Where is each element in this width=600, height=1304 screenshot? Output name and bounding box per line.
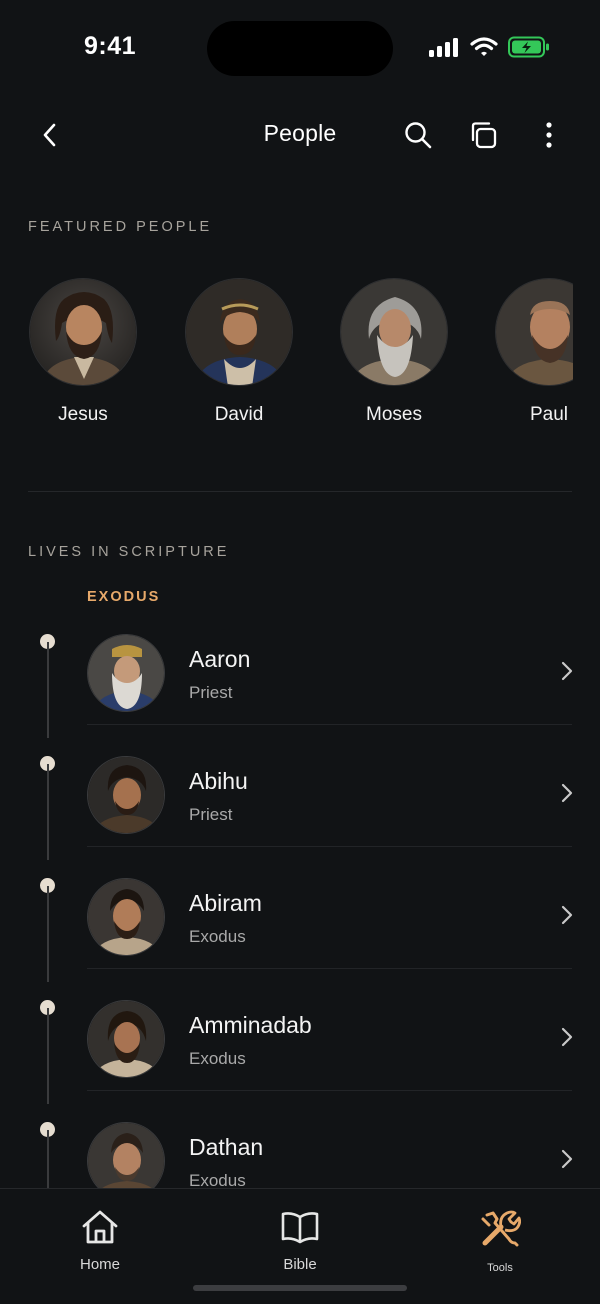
dynamic-island — [207, 21, 393, 76]
row-separator — [87, 1090, 572, 1091]
person-name: Dathan — [189, 1134, 264, 1160]
search-button[interactable] — [398, 115, 438, 155]
status-time: 9:41 — [84, 32, 137, 60]
person-role: Priest — [189, 683, 233, 702]
tab-label: Tools — [487, 1262, 513, 1274]
chevron-right-icon — [556, 1024, 578, 1050]
more-options-button[interactable] — [529, 115, 569, 155]
timeline-line — [46, 886, 49, 982]
chevron-right-icon — [556, 902, 578, 928]
avatar — [185, 278, 293, 386]
person-row-abihu[interactable]: Abihu Priest — [0, 746, 600, 868]
book-label: EXODUS — [87, 589, 161, 605]
section-divider — [28, 491, 572, 492]
avatar — [87, 634, 165, 712]
person-role: Priest — [189, 805, 233, 824]
featured-person-name: David — [214, 404, 264, 425]
featured-person-name: Moses — [366, 404, 422, 425]
search-icon — [405, 122, 432, 149]
featured-heading: FEATURED PEOPLE — [28, 219, 213, 235]
avatar — [340, 278, 448, 386]
copy-button[interactable] — [464, 115, 504, 155]
person-row-amminadab[interactable]: Amminadab Exodus — [0, 990, 600, 1112]
status-icons — [428, 36, 550, 62]
featured-person-paul[interactable]: Paul — [484, 278, 573, 426]
battery-charging-icon — [508, 36, 550, 63]
timeline-line — [46, 764, 49, 860]
home-indicator — [193, 1285, 407, 1291]
page-title: People — [263, 120, 337, 146]
avatar — [87, 1000, 165, 1078]
lives-in-scripture-heading: LIVES IN SCRIPTURE — [28, 544, 230, 560]
person-name: Abiram — [189, 890, 262, 916]
featured-people-carousel[interactable]: Jesus David Moses Paul — [0, 278, 573, 438]
tab-home[interactable]: Home — [40, 1209, 160, 1273]
featured-person-name: Jesus — [58, 404, 108, 425]
copy-icon — [471, 122, 497, 149]
navigation-header: People — [0, 100, 600, 170]
person-name: Amminadab — [189, 1012, 312, 1038]
row-separator — [87, 968, 572, 969]
more-vertical-icon — [546, 122, 552, 148]
book-icon — [281, 1212, 319, 1244]
tab-bible[interactable]: Bible — [240, 1209, 360, 1273]
status-bar: 9:41 — [0, 0, 600, 96]
avatar — [495, 278, 573, 386]
home-icon — [82, 1210, 118, 1244]
chevron-right-icon — [556, 780, 578, 806]
cellular-signal-icon — [428, 37, 460, 62]
chevron-right-icon — [556, 658, 578, 684]
people-screen: 9:41 People FEATURED PEOPLE Jesus David … — [0, 0, 600, 1304]
row-separator — [87, 846, 572, 847]
tools-icon — [481, 1210, 522, 1247]
person-row-aaron[interactable]: Aaron Priest — [0, 624, 600, 746]
tab-label: Home — [79, 1256, 120, 1273]
person-role: Exodus — [189, 927, 246, 946]
featured-person-david[interactable]: David — [174, 278, 304, 426]
featured-person-jesus[interactable]: Jesus — [18, 278, 148, 426]
person-name: Aaron — [189, 646, 251, 672]
avatar — [29, 278, 137, 386]
tab-bar: Home Bible Tools — [0, 1188, 600, 1304]
wifi-icon — [470, 36, 498, 62]
chevron-right-icon — [556, 1146, 578, 1172]
person-row-abiram[interactable]: Abiram Exodus — [0, 868, 600, 990]
featured-person-name: Paul — [529, 404, 569, 425]
tab-tools[interactable]: Tools — [440, 1209, 560, 1274]
tab-label: Bible — [283, 1256, 317, 1273]
avatar — [87, 878, 165, 956]
person-name: Abihu — [189, 768, 248, 794]
avatar — [87, 756, 165, 834]
person-role: Exodus — [189, 1049, 246, 1068]
featured-person-moses[interactable]: Moses — [329, 278, 459, 426]
timeline-line — [46, 1008, 49, 1104]
timeline-line — [46, 642, 49, 738]
row-separator — [87, 724, 572, 725]
